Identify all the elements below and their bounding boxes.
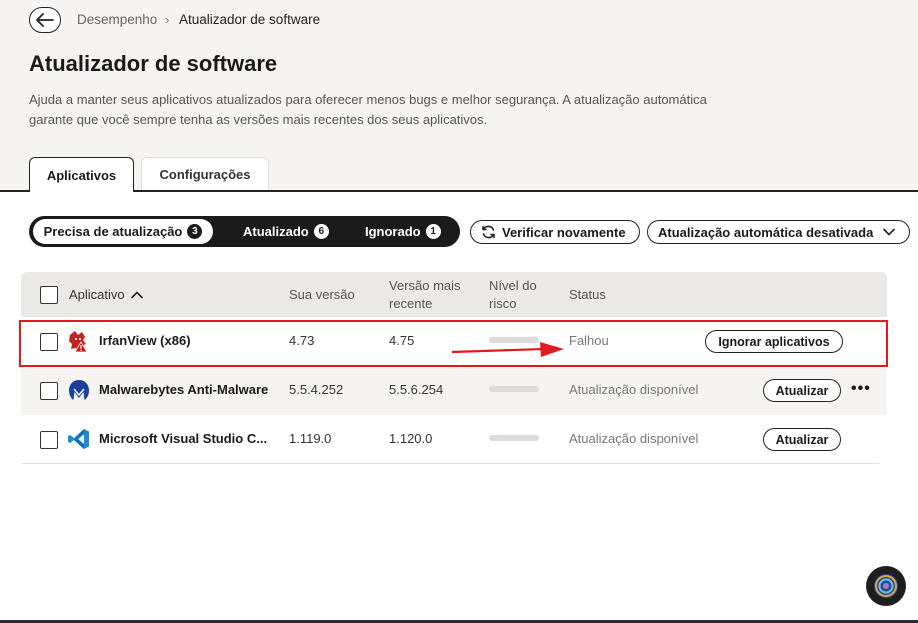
breadcrumb-current: Atualizador de software: [179, 12, 321, 27]
auto-update-dropdown[interactable]: Atualização automática desativada: [647, 220, 910, 244]
tab-configuracoes[interactable]: Configurações: [141, 157, 269, 190]
your-version: 1.119.0: [289, 431, 332, 446]
row-checkbox[interactable]: [40, 382, 58, 400]
filter-ignored[interactable]: Ignorado 1: [365, 219, 441, 244]
apps-table: Aplicativo Sua versão Versão mais recente…: [21, 272, 887, 464]
more-options-icon[interactable]: •••: [851, 380, 871, 398]
latest-version: 1.120.0: [389, 431, 433, 446]
annotation-arrow: [452, 342, 564, 357]
sort-asc-icon: [131, 291, 144, 299]
risk-level-bar: [489, 386, 539, 392]
tab-divider: [0, 190, 918, 192]
your-version: 5.5.4.252: [289, 382, 344, 397]
table-header: Aplicativo Sua versão Versão mais recente…: [21, 272, 887, 317]
assistant-button[interactable]: [866, 566, 906, 606]
column-your-version: Sua versão: [289, 287, 355, 302]
column-latest-version: Versão mais recente: [389, 278, 461, 311]
select-all-checkbox[interactable]: [40, 286, 58, 304]
breadcrumb-parent[interactable]: Desempenho: [77, 12, 157, 27]
latest-version: 5.5.6.254: [389, 382, 444, 397]
status-text: Atualização disponível: [569, 382, 699, 397]
vscode-icon: [68, 429, 89, 449]
assistant-orb-icon: [874, 574, 898, 598]
table-row[interactable]: Malwarebytes Anti-Malware 5.5.4.252 5.5.…: [21, 366, 887, 415]
app-name: Microsoft Visual Studio C...: [99, 431, 268, 446]
back-button[interactable]: [29, 7, 61, 33]
count-badge: 1: [425, 224, 441, 239]
update-button[interactable]: Atualizar: [763, 379, 841, 402]
filter-updated[interactable]: Atualizado 6: [243, 219, 329, 244]
risk-level-bar: [489, 435, 539, 441]
status-text: Atualização disponível: [569, 431, 699, 446]
auto-update-label: Atualização automática desativada: [658, 224, 874, 240]
filter-needs-update[interactable]: Precisa de atualização 3: [33, 219, 213, 244]
filter-label: Ignorado: [365, 224, 421, 239]
arrow-left-icon: [36, 13, 54, 27]
verify-label: Verificar novamente: [502, 224, 626, 240]
update-button[interactable]: Atualizar: [763, 428, 841, 451]
verify-again-button[interactable]: Verificar novamente: [470, 220, 640, 244]
count-badge: 6: [313, 224, 329, 239]
table-row[interactable]: Microsoft Visual Studio C... 1.119.0 1.1…: [21, 415, 879, 464]
page-description: Ajuda a manter seus aplicativos atualiza…: [29, 92, 707, 127]
filter-segmented-control: Precisa de atualização 3 Atualizado 6 Ig…: [29, 216, 460, 247]
row-checkbox[interactable]: [40, 431, 58, 449]
chevron-down-icon: [883, 228, 896, 236]
column-status: Status: [569, 287, 606, 302]
filter-label: Atualizado: [243, 224, 309, 239]
count-badge: 3: [187, 224, 203, 239]
page-title: Atualizador de software: [29, 51, 278, 76]
tab-aplicativos[interactable]: Aplicativos: [29, 157, 134, 192]
column-risk: Nível do risco: [489, 278, 537, 311]
malwarebytes-icon: [69, 380, 89, 400]
app-name: Malwarebytes Anti-Malware: [99, 382, 269, 397]
breadcrumb-separator: ›: [165, 12, 170, 27]
column-app[interactable]: Aplicativo: [69, 286, 144, 304]
refresh-icon: [482, 225, 495, 239]
filter-label: Precisa de atualização: [43, 224, 183, 239]
